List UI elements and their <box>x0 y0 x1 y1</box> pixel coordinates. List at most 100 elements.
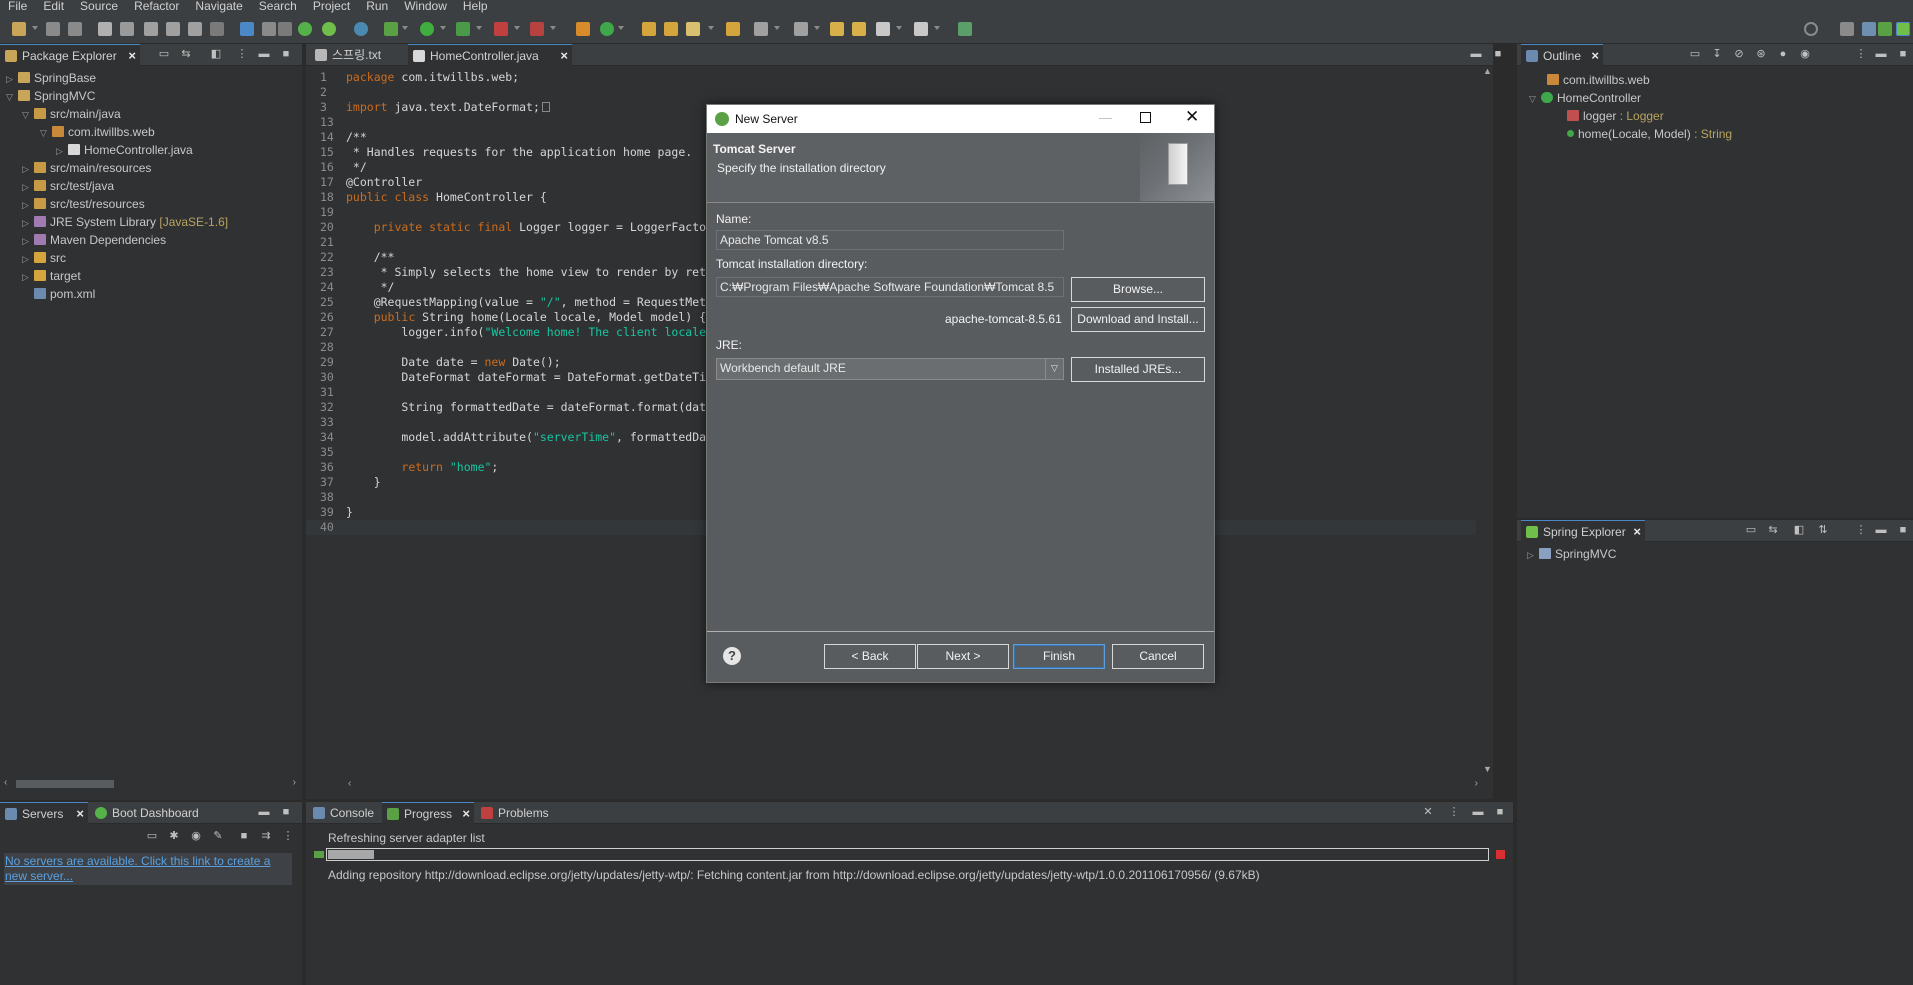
horizontal-scrollbar[interactable]: ‹ › <box>0 777 302 791</box>
terminal-icon[interactable] <box>278 22 292 36</box>
chevron-down-icon[interactable]: ▽ <box>1045 359 1063 379</box>
link-editor-icon[interactable]: ⇆ <box>180 48 192 60</box>
sync-icon[interactable]: ⇅ <box>1817 524 1829 536</box>
debug-icon[interactable] <box>384 22 398 36</box>
menu-window[interactable]: Window <box>396 0 455 14</box>
filter-icon[interactable]: ◧ <box>210 48 222 60</box>
chevron-right-icon[interactable]: ▷ <box>22 178 32 196</box>
scroll-left-arrow[interactable]: ‹ <box>4 777 7 788</box>
forward-icon[interactable] <box>914 22 928 36</box>
hide-fields-icon[interactable]: ⊘ <box>1733 48 1745 60</box>
open-type-icon[interactable] <box>144 22 158 36</box>
filter-icon[interactable]: ◧ <box>1793 524 1805 536</box>
view-menu-icon[interactable]: ⋮ <box>236 48 248 60</box>
chevron-down-icon[interactable]: ▽ <box>40 124 50 142</box>
menu-navigate[interactable]: Navigate <box>187 0 250 14</box>
close-icon[interactable]: × <box>76 803 84 825</box>
chevron-down-icon[interactable] <box>440 26 446 30</box>
tree-item-src-main-resources[interactable]: ▷ src/main/resources <box>22 159 151 177</box>
menu-search[interactable]: Search <box>251 0 305 14</box>
view-menu-icon[interactable]: ⋮ <box>1855 524 1867 536</box>
chevron-down-icon[interactable] <box>708 26 714 30</box>
edit-icon[interactable] <box>120 22 134 36</box>
close-icon[interactable]: × <box>1633 521 1641 543</box>
next-annotation-icon[interactable] <box>754 22 768 36</box>
perspective-open-icon[interactable] <box>1840 22 1854 36</box>
pilcrow-icon[interactable] <box>210 22 224 36</box>
scroll-left-arrow[interactable]: ‹ <box>348 778 351 789</box>
scroll-right-arrow[interactable]: › <box>293 777 296 788</box>
chevron-right-icon[interactable]: ▷ <box>22 196 32 214</box>
prev-annotation-icon[interactable] <box>794 22 808 36</box>
finish-button[interactable]: Finish <box>1013 644 1105 669</box>
scroll-up-arrow[interactable]: ▲ <box>1483 66 1492 76</box>
tree-item-springbase[interactable]: ▷ SpringBase <box>6 69 96 87</box>
menu-run[interactable]: Run <box>358 0 396 14</box>
close-icon[interactable]: × <box>1591 45 1599 67</box>
view-menu-icon[interactable]: ⋮ <box>1855 48 1867 60</box>
menu-refactor[interactable]: Refactor <box>126 0 187 14</box>
new-package-icon[interactable] <box>576 22 590 36</box>
outline-item-field[interactable]: logger : Logger <box>1565 107 1664 125</box>
minimize-icon[interactable]: ▬ <box>1472 806 1484 818</box>
menu-project[interactable]: Project <box>305 0 358 14</box>
run-external-icon[interactable] <box>456 22 470 36</box>
browse-button[interactable]: Browse... <box>1071 277 1205 302</box>
scroll-thumb[interactable] <box>16 780 114 788</box>
minimize-window-icon[interactable]: — <box>1099 110 1112 125</box>
collapse-all-icon[interactable]: ▭ <box>1689 48 1701 60</box>
publish-icon[interactable]: ⇉ <box>260 830 272 842</box>
toggle-icon[interactable] <box>98 22 112 36</box>
minimize-icon[interactable]: ▬ <box>1875 48 1887 60</box>
chevron-right-icon[interactable]: ▷ <box>6 70 16 88</box>
chevron-right-icon[interactable]: ▷ <box>22 232 32 250</box>
cancel-operation-button[interactable] <box>1496 850 1505 859</box>
tree-item-src-test-java[interactable]: ▷ src/test/java <box>22 177 114 195</box>
install-dir-input[interactable]: C:₩Program Files₩Apache Software Foundat… <box>716 277 1064 297</box>
chevron-down-icon[interactable] <box>550 26 556 30</box>
maximize-icon[interactable]: ■ <box>1897 524 1909 536</box>
link-editor-icon[interactable]: ⇆ <box>1767 524 1779 536</box>
tree-item-maven-deps[interactable]: ▷ Maven Dependencies <box>22 231 166 249</box>
chevron-down-icon[interactable] <box>32 26 38 30</box>
block-selection-icon[interactable] <box>240 22 254 36</box>
tree-item-pom[interactable]: pom.xml <box>32 285 95 303</box>
maximize-icon[interactable]: ■ <box>1494 806 1506 818</box>
chevron-down-icon[interactable]: ▽ <box>22 106 32 124</box>
server-name-input[interactable]: Apache Tomcat v8.5 <box>716 230 1064 250</box>
folder-icon[interactable] <box>726 22 740 36</box>
save-icon[interactable] <box>46 22 60 36</box>
coverage-icon[interactable] <box>530 22 544 36</box>
open-task-icon[interactable] <box>166 22 180 36</box>
installed-jres-button[interactable]: Installed JREs... <box>1071 357 1205 382</box>
close-icon[interactable]: × <box>128 45 136 67</box>
outline-item-package[interactable]: com.itwillbs.web <box>1545 71 1650 89</box>
tab-spring-explorer[interactable]: Spring Explorer × <box>1521 520 1645 542</box>
chevron-down-icon[interactable]: ▽ <box>6 88 16 106</box>
open-folder-icon[interactable] <box>642 22 656 36</box>
chevron-down-icon[interactable] <box>476 26 482 30</box>
maximize-icon[interactable]: ■ <box>280 48 292 60</box>
back-button[interactable]: < Back <box>824 644 916 669</box>
chevron-right-icon[interactable]: ▷ <box>22 214 32 232</box>
tab-package-explorer[interactable]: Package Explorer × <box>0 44 140 66</box>
collapse-all-icon[interactable]: ▭ <box>158 48 170 60</box>
view-menu-icon[interactable]: ⋮ <box>282 830 294 842</box>
open-file-icon[interactable] <box>188 22 202 36</box>
tree-item-package[interactable]: ▽ com.itwillbs.web <box>40 123 155 141</box>
tree-item-src-main-java[interactable]: ▽ src/main/java <box>22 105 121 123</box>
menu-edit[interactable]: Edit <box>35 0 72 14</box>
close-window-icon[interactable]: ✕ <box>1185 107 1199 127</box>
perspective-spring-icon[interactable] <box>1896 22 1910 36</box>
terminal-window-icon[interactable] <box>958 22 972 36</box>
spring-boot-icon[interactable] <box>298 22 312 36</box>
tree-item-src[interactable]: ▷ src <box>22 249 66 267</box>
tab-servers[interactable]: Servers × <box>0 802 88 824</box>
outline-item-method[interactable]: home(Locale, Model) : String <box>1565 125 1732 143</box>
maximize-window-icon[interactable] <box>1140 112 1151 123</box>
sort-icon[interactable]: ↧ <box>1711 48 1723 60</box>
chevron-down-icon[interactable] <box>618 26 624 30</box>
brush-icon[interactable] <box>686 22 700 36</box>
tab-boot-dashboard[interactable]: Boot Dashboard <box>90 802 210 824</box>
run-icon[interactable] <box>420 22 434 36</box>
